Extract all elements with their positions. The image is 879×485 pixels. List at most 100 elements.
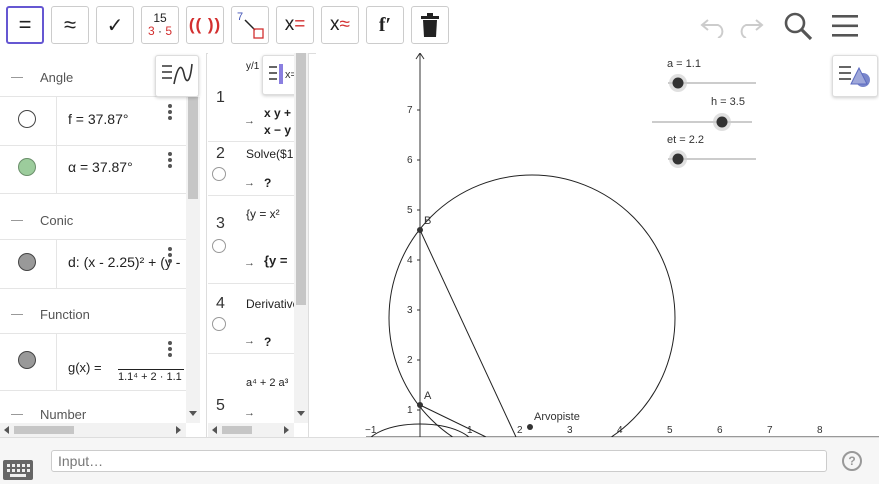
point-arvopiste[interactable] — [527, 424, 533, 430]
evaluate-tool-button[interactable]: = — [6, 6, 44, 44]
point-b[interactable] — [417, 227, 423, 233]
slider-handle[interactable] — [672, 153, 684, 165]
scrollbar-thumb[interactable] — [222, 426, 252, 434]
scrollbar-thumb[interactable] — [296, 53, 306, 305]
slider-label: a = 1.1 — [667, 58, 701, 70]
graphics-canvas[interactable]: 1 2 3 4 5 6 7 −1 1 2 3 4 5 6 7 8 B A Arv… — [316, 52, 879, 473]
graphics-view[interactable]: 1 2 3 4 5 6 7 −1 1 2 3 4 5 6 7 8 B A Arv… — [316, 52, 879, 473]
cas-row-radio[interactable] — [212, 317, 226, 331]
cas-row-number: 2 — [216, 145, 225, 162]
algebra-item-text[interactable]: f = 37.87° — [68, 111, 128, 127]
factor-icon: (( )) — [188, 15, 222, 34]
slider-a[interactable]: a = 1.1 — [667, 58, 756, 92]
cas-output: ? — [264, 335, 272, 349]
cas-input[interactable]: Solve($1, — [246, 147, 297, 161]
cas-output: ? — [264, 176, 272, 190]
more-options-icon[interactable] — [168, 247, 172, 265]
cas-row[interactable]: 4 Derivative → ? — [208, 283, 299, 354]
cas-output-arrow: → — [244, 115, 255, 127]
cas-view: 1 y/1 − → x y + x − y 2 Solve($1, → ? 3 … — [208, 53, 309, 437]
cas-row-radio[interactable] — [212, 167, 226, 181]
x-axis-ticks: −1 1 2 3 4 5 6 7 8 — [365, 425, 823, 436]
scroll-down-arrow[interactable] — [297, 411, 305, 416]
algebra-group-function[interactable]: Function — [0, 292, 186, 336]
row-divider — [56, 97, 57, 145]
algebra-horizontal-scrollbar[interactable] — [0, 423, 186, 437]
cas-input[interactable]: {y = x² — [246, 207, 280, 221]
visibility-toggle[interactable] — [18, 158, 36, 176]
cas-row-radio[interactable] — [212, 239, 226, 253]
undo-button[interactable] — [698, 10, 730, 42]
scroll-left-arrow[interactable] — [4, 426, 9, 434]
input-field[interactable] — [51, 450, 827, 472]
x-tick-label: 5 — [667, 425, 673, 436]
algebra-vertical-scrollbar[interactable] — [186, 97, 200, 423]
scroll-down-arrow[interactable] — [189, 411, 197, 416]
keep-input-tool-button[interactable]: ✓ — [96, 6, 134, 44]
scrollbar-thumb[interactable] — [14, 426, 74, 434]
svg-text:7: 7 — [237, 11, 243, 23]
algebra-row-g[interactable]: g(x) = 1.1⁴ + 2 · 1.1 — [0, 333, 186, 391]
solve-tool-button[interactable]: x = — [276, 6, 314, 44]
cas-row[interactable]: 5 a⁴ + 2 a³ → — [208, 353, 294, 423]
x-tick-label: 7 — [767, 425, 773, 436]
equals-icon: = — [18, 12, 32, 37]
x-tick-label: 8 — [817, 425, 823, 436]
point-a[interactable] — [417, 402, 423, 408]
redo-button[interactable] — [734, 10, 766, 42]
algebra-row-alpha[interactable]: α = 37.87° — [0, 145, 186, 194]
segment-a[interactable] — [419, 404, 487, 438]
scrollbar-thumb[interactable] — [188, 97, 198, 199]
scroll-left-arrow[interactable] — [212, 426, 217, 434]
algebra-row-d[interactable]: d: (x - 2.25)² + (y - — [0, 239, 186, 289]
cas-input[interactable]: a⁴ + 2 a³ — [246, 377, 288, 389]
slider-handle[interactable] — [716, 116, 728, 128]
derivative-tool-button[interactable]: f′ — [366, 6, 404, 44]
algebra-stylebar-button[interactable] — [155, 55, 199, 97]
cas-row-number: 3 — [216, 215, 225, 232]
help-icon: ? — [848, 454, 856, 468]
factor-number-tool-button[interactable]: 15 3 · 5 — [141, 6, 179, 44]
cas-input[interactable]: Derivative — [246, 297, 299, 311]
point-label: A — [424, 390, 432, 402]
y-tick-label: 1 — [407, 405, 413, 416]
more-options-icon[interactable] — [168, 104, 172, 122]
graphics-stylebar-button[interactable] — [832, 55, 878, 97]
algebra-group-conic[interactable]: Conic — [0, 198, 186, 242]
solve-x-label: x — [284, 14, 295, 35]
algebra-item-text[interactable]: d: (x - 2.25)² + (y - — [68, 254, 180, 270]
input-bar: ? — [0, 437, 879, 484]
more-options-icon[interactable] — [168, 152, 172, 170]
cas-vertical-scrollbar[interactable] — [294, 53, 308, 423]
nsolve-eq-label: ≈ — [339, 14, 350, 35]
visibility-toggle[interactable] — [18, 110, 36, 128]
keyboard-toggle-button[interactable] — [3, 460, 33, 480]
help-button[interactable]: ? — [842, 451, 862, 471]
nsolve-tool-button[interactable]: x ≈ — [321, 6, 359, 44]
algebra-item-text[interactable]: α = 37.87° — [68, 159, 133, 175]
cas-row[interactable]: 3 {y = x² → {y = — [208, 195, 294, 284]
slider-handle[interactable] — [672, 77, 684, 89]
slider-et[interactable]: et = 2.2 — [667, 134, 756, 168]
more-options-icon[interactable] — [168, 341, 172, 359]
main-menu-button[interactable] — [829, 10, 861, 42]
cas-row[interactable]: 2 Solve($1, → ? — [208, 141, 297, 196]
visibility-toggle[interactable] — [18, 351, 36, 369]
conic-circle-d[interactable] — [388, 174, 676, 462]
delete-tool-button[interactable] — [411, 6, 449, 44]
scroll-right-arrow[interactable] — [176, 426, 181, 434]
cas-toolbar: = ≈ ✓ 15 3 · 5 (( )) 7 x = x ≈ f′ — [0, 0, 879, 54]
visibility-toggle[interactable] — [18, 253, 36, 271]
y-tick-label: 7 — [407, 105, 413, 116]
algebra-row-f[interactable]: f = 37.87° — [0, 96, 186, 146]
collapse-icon — [11, 413, 23, 415]
numeric-tool-button[interactable]: ≈ — [51, 6, 89, 44]
slider-h[interactable]: h = 3.5 — [652, 96, 752, 131]
search-button[interactable] — [781, 10, 815, 42]
substitute-tool-button[interactable]: 7 — [231, 6, 269, 44]
factor-tool-button[interactable]: (( )) — [186, 6, 224, 44]
segment-b-arvopiste[interactable] — [419, 229, 517, 438]
scroll-right-arrow[interactable] — [284, 426, 289, 434]
algebra-item-text[interactable]: g(x) = — [68, 360, 102, 375]
cas-horizontal-scrollbar[interactable] — [208, 423, 294, 437]
